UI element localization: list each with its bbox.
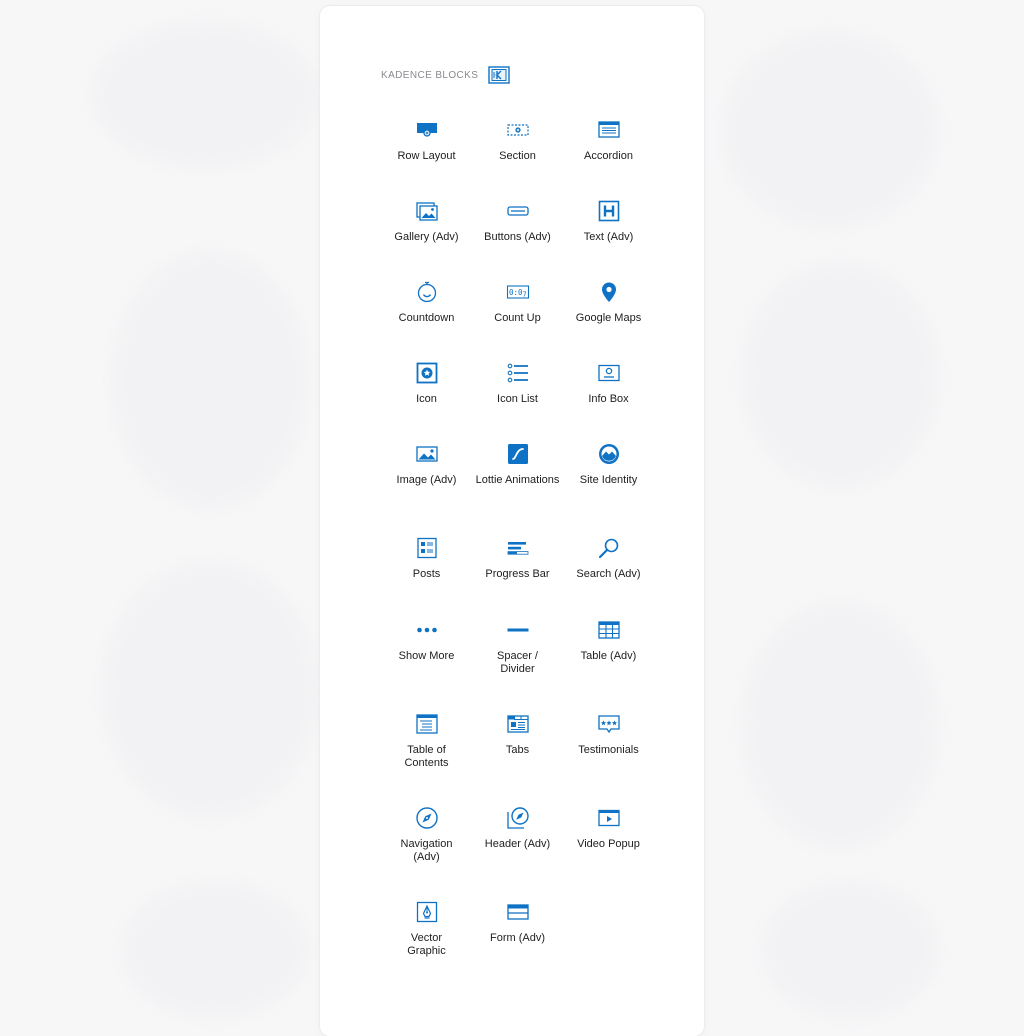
block-video-popup[interactable]: Video Popup <box>563 806 654 851</box>
text-heading-icon <box>597 199 621 223</box>
block-label: Site Identity <box>579 474 638 486</box>
icon-list-icon <box>506 361 530 385</box>
vector-graphic-icon <box>415 900 439 924</box>
block-label: Header (Adv) <box>484 838 551 850</box>
progress-bar-icon <box>506 536 530 560</box>
block-search[interactable]: Search (Adv) <box>563 536 654 581</box>
block-label: Search (Adv) <box>576 568 641 580</box>
count-up-icon: 0:0 7 <box>506 280 530 304</box>
block-accordion[interactable]: Accordion <box>563 118 654 163</box>
block-gallery[interactable]: Gallery (Adv) <box>381 199 472 244</box>
block-label: Row Layout <box>397 150 456 162</box>
block-count-up[interactable]: 0:0 7 Count Up <box>472 280 563 325</box>
block-table-of-contents[interactable]: Table of Contents <box>381 712 472 770</box>
block-navigation[interactable]: Navigation (Adv) <box>381 806 472 864</box>
block-label: Image (Adv) <box>396 474 457 486</box>
block-icon-list[interactable]: Icon List <box>472 361 563 406</box>
block-label: Table (Adv) <box>580 650 637 662</box>
spacer-divider-icon <box>506 618 530 642</box>
block-label: Google Maps <box>575 312 642 324</box>
gallery-icon <box>415 199 439 223</box>
block-label: Show More <box>398 650 455 662</box>
block-label: Icon <box>416 393 437 405</box>
form-icon <box>506 900 530 924</box>
block-label: Buttons (Adv) <box>484 231 551 243</box>
block-info-box[interactable]: Info Box <box>563 361 654 406</box>
countdown-icon <box>415 280 439 304</box>
buttons-icon <box>506 199 530 223</box>
block-label: Vector Graphic <box>407 932 446 957</box>
block-label: Progress Bar <box>485 568 550 580</box>
show-more-icon <box>415 618 439 642</box>
section-icon <box>506 118 530 142</box>
search-icon <box>597 536 621 560</box>
svg-text:7: 7 <box>522 291 526 299</box>
block-lottie[interactable]: Lottie Animations <box>472 442 563 487</box>
block-label: Text (Adv) <box>583 231 634 243</box>
block-spacer-divider[interactable]: Spacer / Divider <box>472 618 563 676</box>
block-label: Testimonials <box>578 744 639 756</box>
kadence-logo-icon <box>488 66 510 84</box>
table-icon <box>597 618 621 642</box>
site-identity-icon <box>597 442 621 466</box>
header-icon <box>506 806 530 830</box>
accordion-icon <box>597 118 621 142</box>
block-vector-graphic[interactable]: Vector Graphic <box>381 900 472 958</box>
posts-icon <box>415 536 439 560</box>
block-site-identity[interactable]: Site Identity <box>563 442 654 487</box>
block-label: Table of Contents <box>404 744 449 769</box>
image-icon <box>415 442 439 466</box>
block-form[interactable]: Form (Adv) <box>472 900 563 945</box>
block-label: Info Box <box>588 393 629 405</box>
panel-title: KADENCE BLOCKS <box>381 69 479 81</box>
block-show-more[interactable]: Show More <box>381 618 472 663</box>
svg-text:0:0: 0:0 <box>509 288 523 297</box>
icon-block-icon <box>415 361 439 385</box>
panel-header: KADENCE BLOCKS <box>381 66 510 84</box>
block-header[interactable]: Header (Adv) <box>472 806 563 851</box>
table-of-contents-icon <box>415 712 439 736</box>
navigation-icon <box>415 806 439 830</box>
block-row-layout[interactable]: Row Layout <box>381 118 472 163</box>
block-label: Form (Adv) <box>490 932 545 944</box>
block-image[interactable]: Image (Adv) <box>381 442 472 487</box>
block-section[interactable]: Section <box>472 118 563 163</box>
tabs-icon <box>506 712 530 736</box>
block-buttons[interactable]: Buttons (Adv) <box>472 199 563 244</box>
block-label: Tabs <box>505 744 530 756</box>
block-label: Countdown <box>398 312 455 324</box>
block-label: Accordion <box>584 150 633 162</box>
block-label: Count Up <box>494 312 541 324</box>
block-label: Navigation (Adv) <box>400 838 453 863</box>
block-label: Lottie Animations <box>475 474 560 486</box>
kadence-blocks-panel: KADENCE BLOCKS Row Layout Section Accord… <box>320 6 704 1036</box>
testimonials-icon <box>597 712 621 736</box>
block-progress-bar[interactable]: Progress Bar <box>472 536 563 581</box>
block-label: Spacer / Divider <box>497 650 538 675</box>
block-tabs[interactable]: Tabs <box>472 712 563 757</box>
block-label: Posts <box>412 568 441 580</box>
block-label: Section <box>499 150 536 162</box>
block-text[interactable]: Text (Adv) <box>563 199 654 244</box>
block-table[interactable]: Table (Adv) <box>563 618 654 663</box>
block-countdown[interactable]: Countdown <box>381 280 472 325</box>
map-pin-icon <box>597 280 621 304</box>
row-layout-icon <box>415 118 439 142</box>
block-icon[interactable]: Icon <box>381 361 472 406</box>
block-label: Gallery (Adv) <box>394 231 459 243</box>
info-box-icon <box>597 361 621 385</box>
block-google-maps[interactable]: Google Maps <box>563 280 654 325</box>
video-popup-icon <box>597 806 621 830</box>
block-label: Video Popup <box>577 838 640 850</box>
lottie-icon <box>506 442 530 466</box>
block-posts[interactable]: Posts <box>381 536 472 581</box>
block-testimonials[interactable]: Testimonials <box>563 712 654 757</box>
block-label: Icon List <box>497 393 538 405</box>
